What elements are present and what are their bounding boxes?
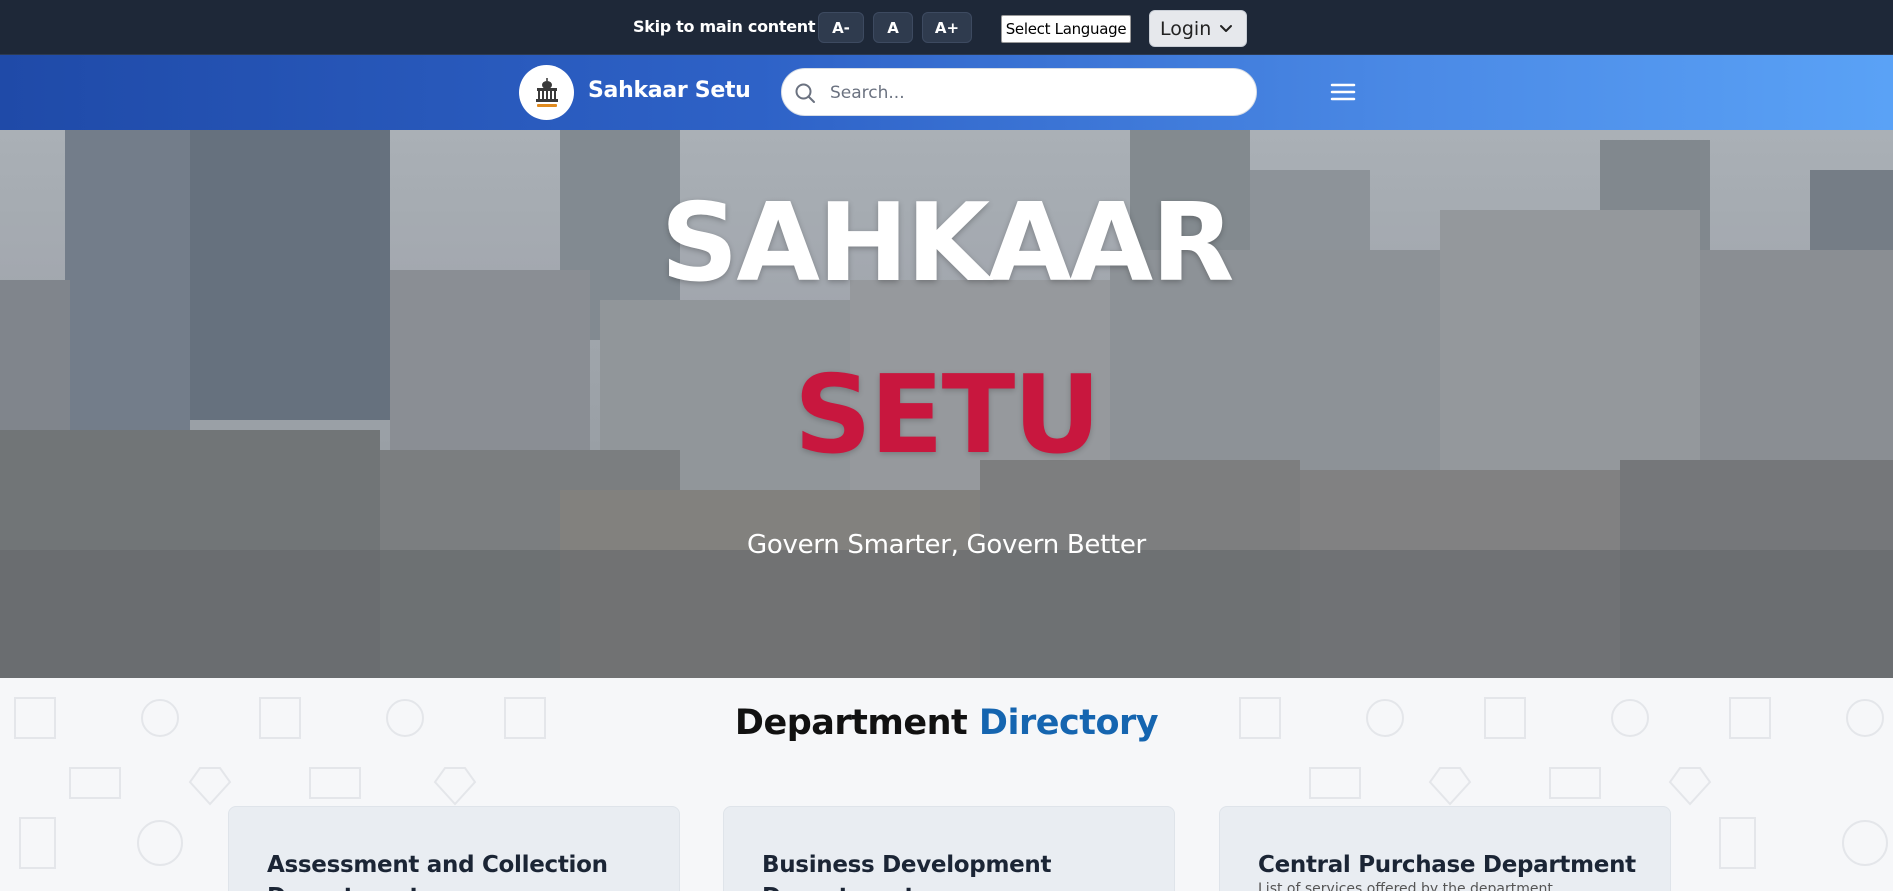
search-icon [795,83,815,103]
brand-name[interactable]: Sahkaar Setu [588,78,751,103]
language-select[interactable]: Select Language [1001,15,1131,43]
main-navbar: Sahkaar Setu [0,55,1893,130]
site-logo[interactable] [519,65,574,120]
directory-heading: Department Directory [0,703,1893,743]
login-label: Login [1160,17,1212,40]
hero-title-line1: SAHKAAR [660,181,1235,306]
login-dropdown[interactable]: Login [1149,10,1247,47]
font-normal-button[interactable]: A [873,12,913,43]
logo-emblem-icon [525,71,568,114]
skip-to-main-link[interactable]: Skip to main content [633,17,816,36]
font-decrease-button[interactable]: A- [818,12,864,43]
department-card-title: Central Purchase Department [1258,852,1636,878]
department-card[interactable]: Assessment and Collection Department [228,806,680,891]
department-card[interactable]: Business Development Department [723,806,1175,891]
directory-heading-accent: Directory [978,703,1159,743]
font-increase-button[interactable]: A+ [922,12,972,43]
search-input[interactable] [828,77,1242,109]
department-directory-section: Department Directory Assessment and Coll… [0,678,1893,891]
menu-icon[interactable] [1329,78,1357,106]
department-card-title: Assessment and Collection Department [267,852,608,891]
search-bar [781,68,1257,116]
hero-tagline: Govern Smarter, Govern Better [747,530,1146,560]
department-card[interactable]: Central Purchase Department List of serv… [1219,806,1671,891]
department-card-title: Business Development Department [762,852,1052,891]
accessibility-bar: Skip to main content A- A A+ Select Lang… [0,0,1893,55]
hero-title-line2: SETU [794,353,1101,478]
department-card-subtitle: List of services offered by the departme… [1258,881,1553,891]
directory-heading-main: Department [734,703,968,743]
chevron-down-icon [1220,25,1232,32]
